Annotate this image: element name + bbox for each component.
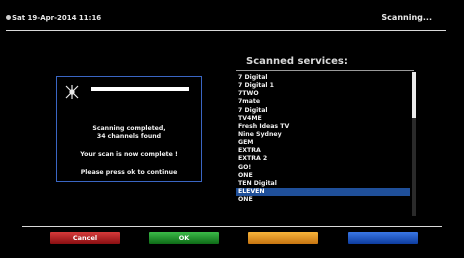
service-item[interactable]: ONE xyxy=(236,196,410,204)
bottom-divider xyxy=(22,226,442,227)
service-item[interactable]: 7 Digital xyxy=(236,74,410,82)
dialog-line-3: Your scan is now complete ! xyxy=(80,151,178,158)
cancel-button[interactable]: Cancel xyxy=(50,232,120,244)
date-time: Sat 19-Apr-2014 11:16 xyxy=(12,14,102,22)
scan-complete-dialog: Scanning completed, 34 channels found Yo… xyxy=(56,76,202,182)
service-item[interactable]: 7TWO xyxy=(236,90,410,98)
service-item[interactable]: GEM xyxy=(236,139,410,147)
yellow-button[interactable] xyxy=(248,232,318,244)
services-divider xyxy=(236,70,414,71)
dialog-line-1: Scanning completed, xyxy=(92,125,166,132)
scanned-services-list[interactable]: 7 Digital 7 Digital 1 7TWO 7mate 7 Digit… xyxy=(236,74,410,218)
service-item[interactable]: ONE xyxy=(236,172,410,180)
scan-progress-bar xyxy=(91,87,189,91)
scan-status: Scanning... xyxy=(381,13,432,22)
service-item[interactable]: TEN Digital xyxy=(236,180,410,188)
service-item[interactable]: EXTRA 2 xyxy=(236,155,410,163)
top-bar: Sat 19-Apr-2014 11:16 Scanning... xyxy=(6,8,446,31)
service-item[interactable]: 7mate xyxy=(236,98,410,106)
service-item[interactable]: GO! xyxy=(236,164,410,172)
ok-button[interactable]: OK xyxy=(149,232,219,244)
scan-progress-fill xyxy=(91,87,189,91)
service-item[interactable]: Fresh Ideas TV xyxy=(236,123,410,131)
service-item[interactable]: Nine Sydney xyxy=(236,131,410,139)
service-item[interactable]: 7 Digital 1 xyxy=(236,82,410,90)
service-item[interactable]: TV4ME xyxy=(236,115,410,123)
service-item[interactable]: 7 Digital xyxy=(236,107,410,115)
blue-button[interactable] xyxy=(348,232,418,244)
service-item[interactable]: ELEVEN xyxy=(236,187,410,197)
services-title: Scanned services: xyxy=(246,56,348,67)
dialog-line-4: Please press ok to continue xyxy=(80,169,178,176)
scrollbar-thumb[interactable] xyxy=(412,72,416,118)
services-scrollbar[interactable] xyxy=(412,72,416,216)
clock-icon xyxy=(6,15,11,20)
satellite-dish-icon xyxy=(65,85,79,99)
service-item[interactable]: EXTRA xyxy=(236,147,410,155)
dialog-line-2: 34 channels found xyxy=(96,133,162,140)
